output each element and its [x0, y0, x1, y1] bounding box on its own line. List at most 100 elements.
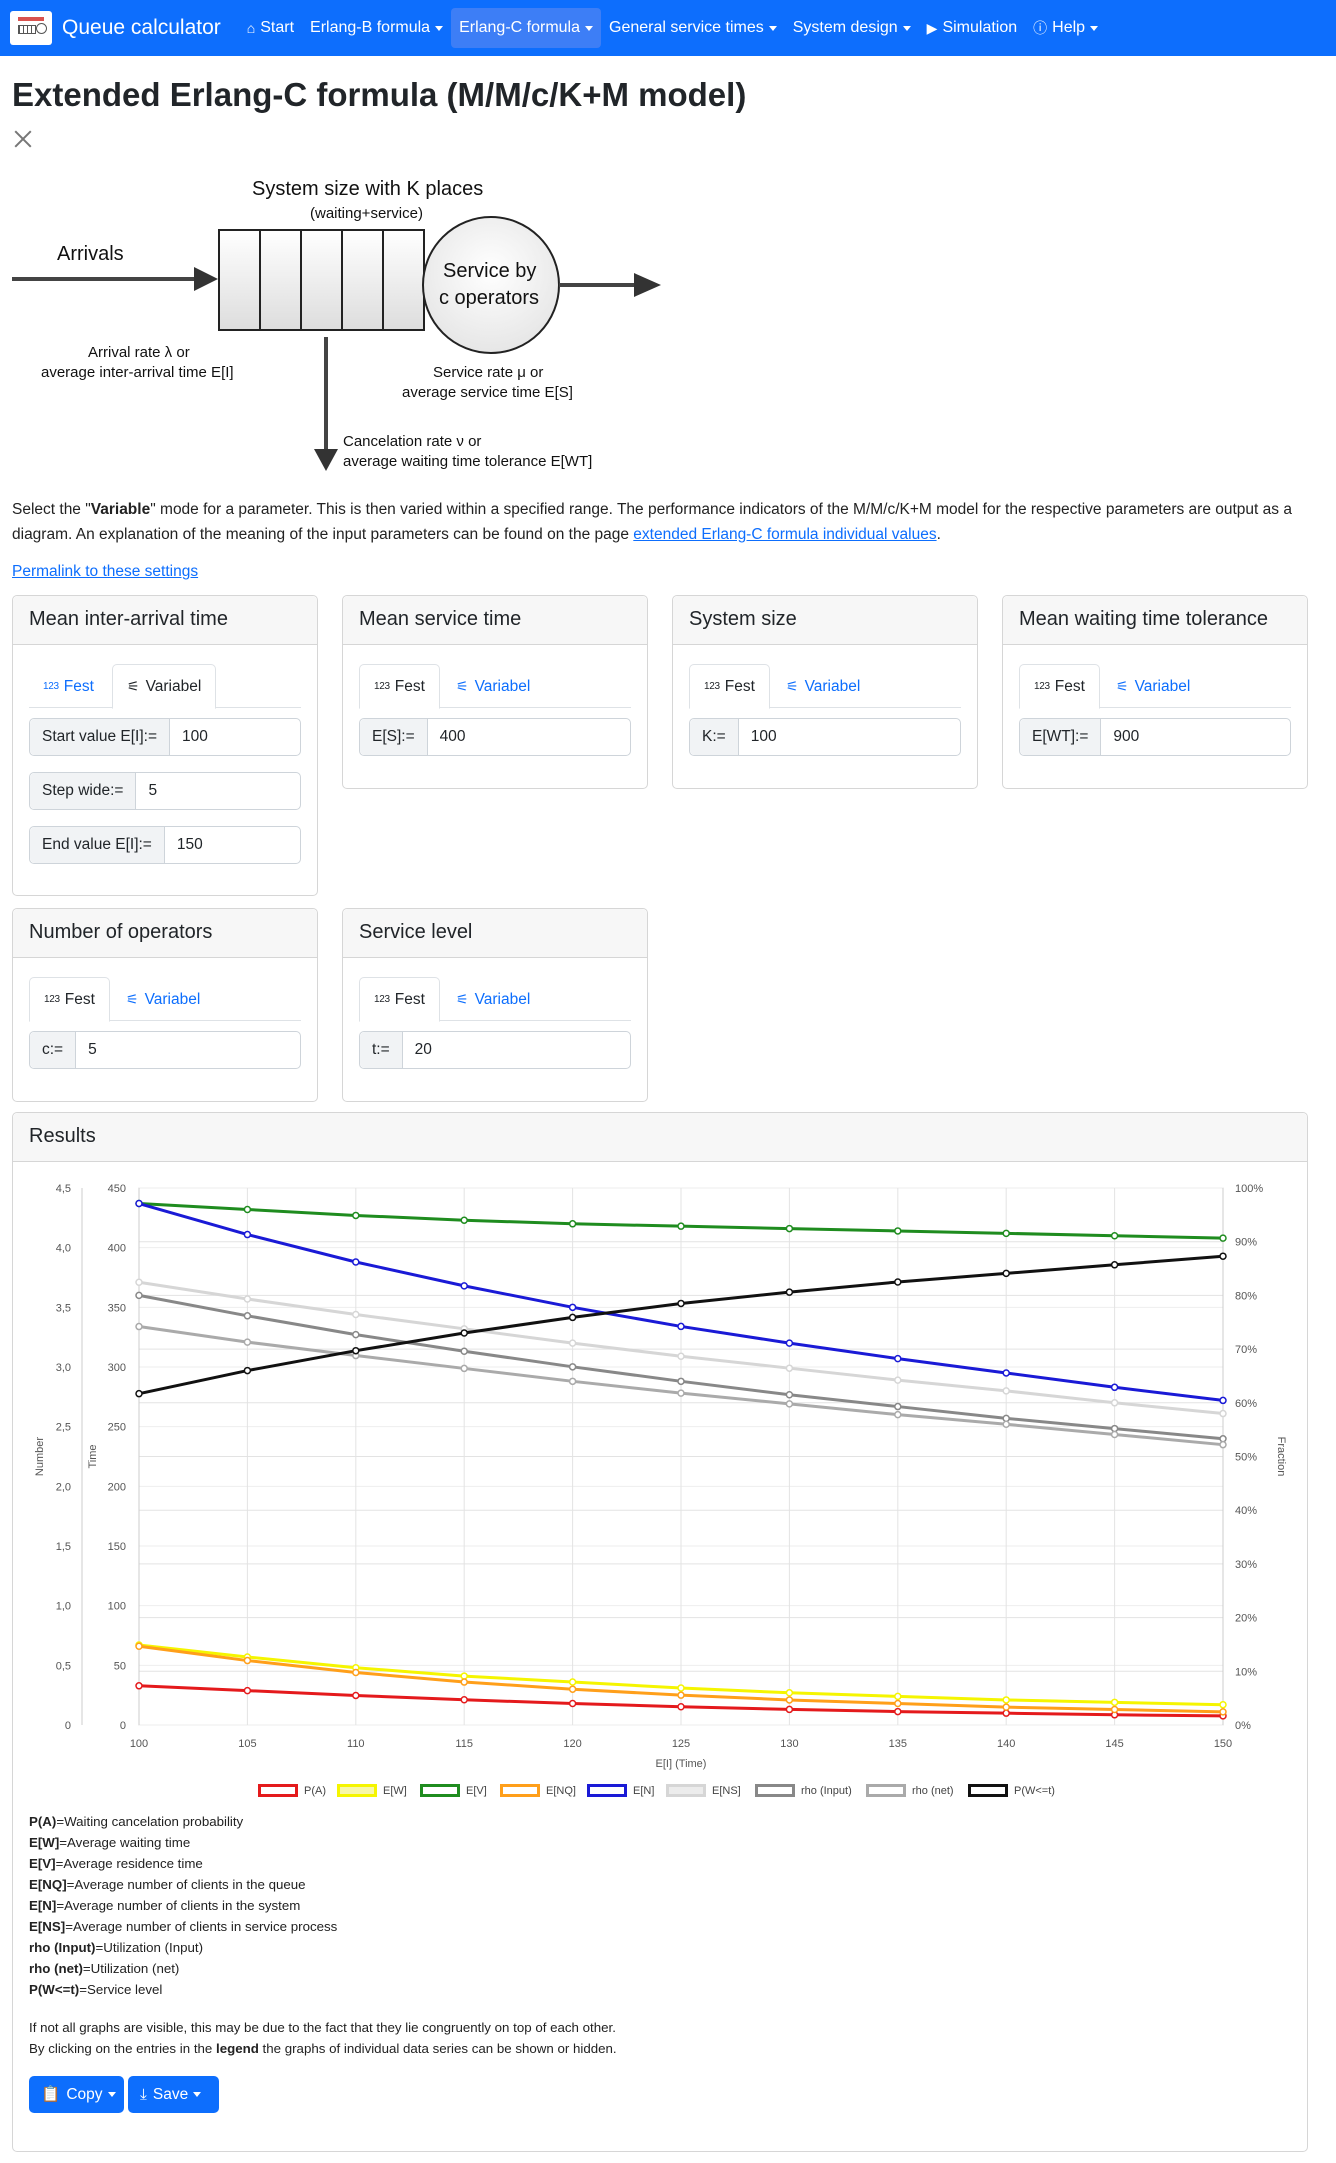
- service-time-field[interactable]: E[S]:= 400: [359, 718, 631, 756]
- brand-link[interactable]: Queue calculator: [10, 0, 221, 56]
- tab-variable[interactable]: ⚟ Variabel: [442, 977, 544, 1022]
- nav-erlang-b[interactable]: Erlang-B formula: [302, 8, 451, 48]
- nav-help[interactable]: ⓘ Help: [1025, 8, 1106, 48]
- tab-fixed[interactable]: 123 Fest: [29, 977, 110, 1022]
- y-time-tick-label: 250: [108, 1422, 126, 1434]
- card-service-time: Mean service time 123 Fest ⚟ Variabel E[S]…: [342, 595, 648, 789]
- data-point-e-nq: [1110, 1705, 1119, 1714]
- sliders-icon: ⚟: [456, 991, 469, 1007]
- data-point-e-nq: [352, 1668, 360, 1677]
- definition-key: E[N]: [29, 1898, 57, 1913]
- step-input[interactable]: 5: [136, 773, 300, 809]
- legend-label: rho (Input): [801, 1784, 852, 1797]
- y-fraction-tick-label: 40%: [1235, 1505, 1257, 1517]
- legend-label: P(A): [304, 1784, 326, 1797]
- service-level-input[interactable]: 20: [402, 1032, 630, 1068]
- tab-fixed[interactable]: 123 Fest: [359, 977, 440, 1022]
- legend-item[interactable]: rho (Input): [755, 1784, 852, 1797]
- legend-item[interactable]: E[N]: [587, 1784, 654, 1797]
- caret-down-icon: [585, 25, 594, 31]
- individual-values-link[interactable]: extended Erlang-C formula individual val…: [633, 526, 936, 543]
- results-chart[interactable]: 0% 10% 20% 30% 40% 50% 60% 70% 80% 90% 100% 0 0,5 1,0…: [26, 1160, 1316, 1780]
- tab-fixed[interactable]: 123 Fest: [1019, 664, 1100, 709]
- tab-variable-label: Variabel: [145, 677, 202, 695]
- nav-system-design[interactable]: System design: [785, 8, 919, 48]
- end-value-input[interactable]: 150: [164, 827, 300, 863]
- service-level-field[interactable]: t:= 20: [359, 1031, 631, 1069]
- tab-variable[interactable]: ⚟ Variabel: [442, 664, 544, 709]
- start-value-field[interactable]: Start value E[I]:= 100: [29, 718, 301, 756]
- legend-item[interactable]: E[W]: [337, 1784, 407, 1797]
- step-field[interactable]: Step wide:= 5: [29, 772, 301, 810]
- card-system-size: System size 123 Fest ⚟ Variabel K:= 100: [672, 595, 978, 789]
- operators-input[interactable]: 5: [76, 1032, 300, 1068]
- legend-item[interactable]: P(W<=t): [968, 1784, 1055, 1797]
- service-time-input[interactable]: 400: [427, 719, 630, 755]
- y-number-tick-label: 1,0: [56, 1601, 71, 1613]
- data-point-e-nq: [1219, 1708, 1227, 1716]
- data-point-e-v: [1002, 1229, 1010, 1238]
- step-label: Step wide:=: [30, 773, 137, 809]
- data-point-rho-net: [1110, 1430, 1119, 1439]
- note-2b: legend: [216, 2041, 259, 2056]
- legend-item[interactable]: E[V]: [420, 1784, 487, 1797]
- tab-variable-label: Variabel: [804, 677, 861, 695]
- y-number-tick-label: 0: [65, 1720, 71, 1732]
- data-point-p-a: [677, 1702, 685, 1711]
- x-tick-label: 145: [1105, 1738, 1123, 1750]
- data-point-e-n: [1002, 1369, 1010, 1377]
- legend-swatch: [866, 1784, 906, 1797]
- copy-button[interactable]: 📋 Copy: [29, 2076, 124, 2113]
- tolerance-field[interactable]: E[WT]:= 900: [1019, 718, 1291, 756]
- y-number-tick-label: 2,5: [56, 1422, 71, 1434]
- nav-general-service-times[interactable]: General service times: [601, 8, 785, 48]
- start-value-input[interactable]: 100: [170, 719, 300, 755]
- nav-erlang-c[interactable]: Erlang-C formula: [451, 8, 602, 48]
- tab-variable[interactable]: ⚟ Variabel: [112, 977, 214, 1022]
- save-button[interactable]: ⤓ Save: [128, 2076, 219, 2113]
- operators-field[interactable]: c:= 5: [29, 1031, 301, 1069]
- data-point-e-ns: [677, 1352, 685, 1361]
- tab-fixed[interactable]: 123 Fest: [359, 664, 440, 709]
- y-fraction-tick-label: 0%: [1235, 1720, 1251, 1732]
- legend-label: E[NQ]: [546, 1784, 576, 1797]
- tab-fixed-label: Fest: [1054, 677, 1085, 695]
- close-icon[interactable]: [12, 128, 34, 150]
- y-fraction-tick-label: 70%: [1235, 1344, 1257, 1356]
- definition-item: E[NS]=Average number of clients in servi…: [29, 1916, 337, 1937]
- data-point-p-w-t: [568, 1313, 577, 1322]
- legend-item[interactable]: rho (net): [866, 1784, 954, 1797]
- y-time-axis-title: Time: [87, 1444, 99, 1468]
- tab-fixed[interactable]: 123 Fest: [689, 664, 770, 709]
- legend-swatch: [968, 1784, 1008, 1797]
- tab-variable-label: Variabel: [1134, 677, 1191, 695]
- tab-variable-label: Variabel: [474, 990, 531, 1008]
- arrival-rate-label-1: Arrival rate λ or: [88, 344, 190, 361]
- nav-start[interactable]: ⌂ Start: [239, 8, 302, 48]
- tolerance-input[interactable]: 900: [1101, 719, 1290, 755]
- y-time-tick-label: 0: [120, 1720, 126, 1732]
- legend-item[interactable]: E[NQ]: [500, 1784, 576, 1797]
- card-title: Number of operators: [13, 909, 317, 958]
- tab-variable[interactable]: ⚟ Variabel: [772, 664, 874, 709]
- tab-fixed[interactable]: 123 Fest: [29, 664, 108, 709]
- chart-legend: P(A) E[W] E[V] E[NQ] E[N] E[NS] rho (Input) rho…: [0, 1784, 1336, 1804]
- nav-simulation[interactable]: ▶ Simulation: [919, 8, 1025, 48]
- x-tick-label: 135: [889, 1738, 907, 1750]
- end-value-field[interactable]: End value E[I]:= 150: [29, 826, 301, 864]
- tab-variable[interactable]: ⚟ Variabel: [112, 664, 217, 709]
- definition-item: E[NQ]=Average number of clients in the q…: [29, 1874, 337, 1895]
- data-point-p-w-t: [352, 1346, 360, 1355]
- caret-down-icon: [107, 2092, 116, 2097]
- permalink-link[interactable]: Permalink to these settings: [12, 563, 198, 581]
- data-point-e-nq: [677, 1691, 685, 1699]
- system-size-field[interactable]: K:= 100: [689, 718, 961, 756]
- system-size-input[interactable]: 100: [738, 719, 960, 755]
- legend-item[interactable]: P(A): [258, 1784, 326, 1797]
- tab-variable[interactable]: ⚟ Variabel: [1102, 664, 1204, 709]
- data-point-rho-net: [243, 1338, 252, 1346]
- y-time-tick-label: 350: [108, 1302, 126, 1314]
- card-operators: Number of operators 123 Fest ⚟ Variabel c:…: [12, 908, 318, 1102]
- nav-general-label: General service times: [609, 19, 764, 36]
- legend-item[interactable]: E[NS]: [666, 1784, 741, 1797]
